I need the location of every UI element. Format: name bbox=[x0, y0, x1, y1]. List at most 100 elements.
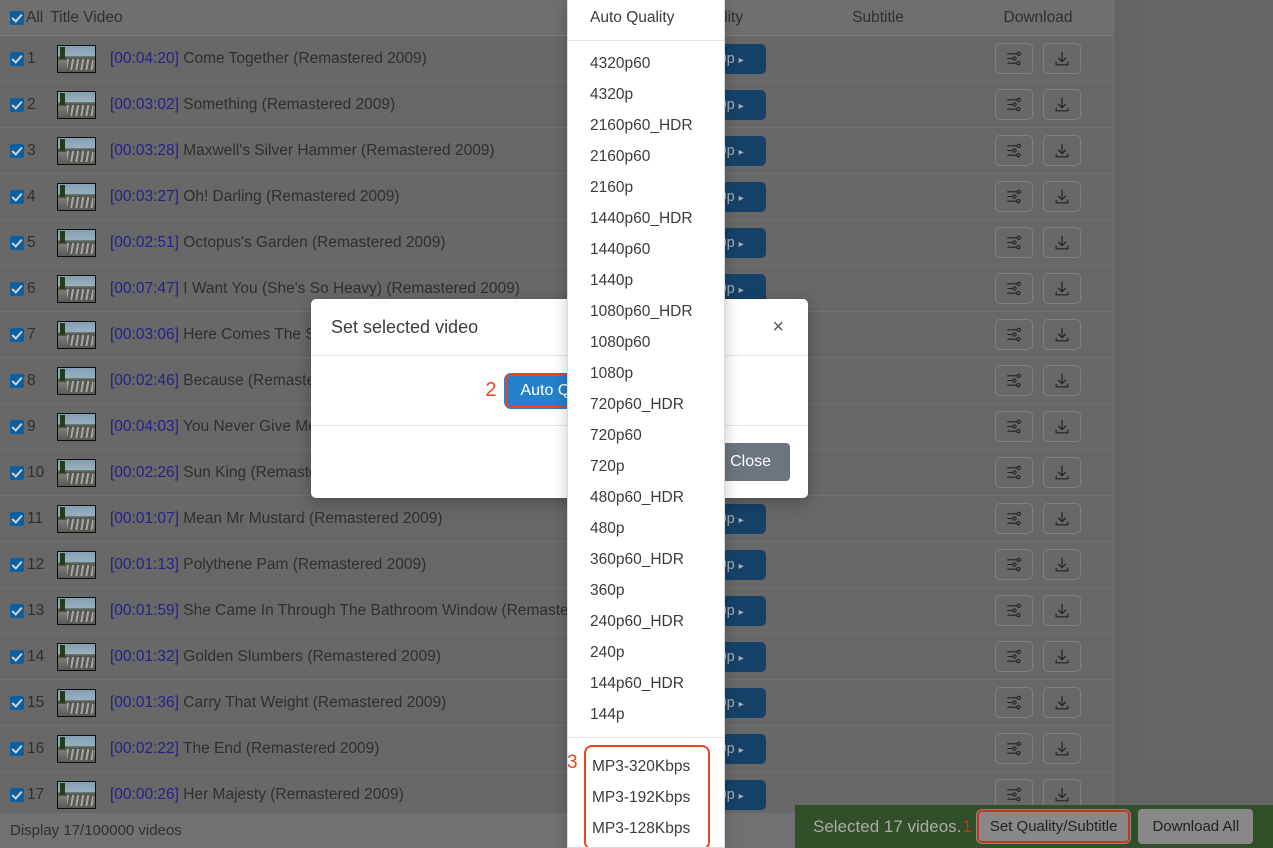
video-title-cell[interactable]: [00:00:26] Her Majesty (Remastered 2009) bbox=[110, 786, 645, 804]
download-icon[interactable] bbox=[1043, 135, 1081, 166]
download-icon[interactable] bbox=[1043, 43, 1081, 74]
video-thumbnail[interactable] bbox=[57, 321, 96, 349]
dropdown-item-quality[interactable]: 4320p60 bbox=[568, 48, 724, 79]
dropdown-item-audio[interactable]: MP3-320Kbps bbox=[586, 751, 708, 782]
dropdown-item-quality[interactable]: 720p60_HDR bbox=[568, 389, 724, 420]
video-thumbnail[interactable] bbox=[57, 137, 96, 165]
video-thumbnail[interactable] bbox=[57, 689, 96, 717]
dropdown-item-quality[interactable]: 1440p60 bbox=[568, 234, 724, 265]
dropdown-item-quality[interactable]: 144p bbox=[568, 699, 724, 730]
video-thumbnail[interactable] bbox=[57, 781, 96, 809]
dropdown-item-quality[interactable]: 2160p60_HDR bbox=[568, 110, 724, 141]
video-title-cell[interactable]: [00:01:13] Polythene Pam (Remastered 200… bbox=[110, 556, 645, 574]
video-thumbnail[interactable] bbox=[57, 367, 96, 395]
download-icon[interactable] bbox=[1043, 549, 1081, 580]
video-title-cell[interactable]: [00:04:20] Come Together (Remastered 200… bbox=[110, 50, 645, 68]
settings-sliders-icon[interactable] bbox=[995, 227, 1033, 258]
video-thumbnail[interactable] bbox=[57, 735, 96, 763]
row-checkbox[interactable] bbox=[10, 374, 24, 388]
table-row[interactable]: 4[00:03:27] Oh! Darling (Remastered 2009… bbox=[0, 174, 1113, 220]
row-checkbox[interactable] bbox=[10, 282, 24, 296]
set-quality-subtitle-button[interactable]: Set Quality/Subtitle bbox=[976, 809, 1132, 844]
table-row[interactable]: 11[00:01:07] Mean Mr Mustard (Remastered… bbox=[0, 496, 1113, 542]
row-checkbox[interactable] bbox=[10, 558, 24, 572]
settings-sliders-icon[interactable] bbox=[995, 365, 1033, 396]
video-title-cell[interactable]: [00:07:47] I Want You (She's So Heavy) (… bbox=[110, 280, 645, 298]
table-row[interactable]: 3[00:03:28] Maxwell's Silver Hammer (Rem… bbox=[0, 128, 1113, 174]
download-icon[interactable] bbox=[1043, 181, 1081, 212]
row-checkbox[interactable] bbox=[10, 236, 24, 250]
settings-sliders-icon[interactable] bbox=[995, 181, 1033, 212]
row-checkbox[interactable] bbox=[10, 466, 24, 480]
video-thumbnail[interactable] bbox=[57, 597, 96, 625]
quality-dropdown-menu[interactable]: Auto Quality 4320p604320p2160p60_HDR2160… bbox=[567, 0, 725, 848]
close-icon[interactable]: × bbox=[768, 315, 788, 339]
download-icon[interactable] bbox=[1043, 733, 1081, 764]
dropdown-item-audio[interactable]: MP3-128Kbps bbox=[586, 813, 708, 844]
settings-sliders-icon[interactable] bbox=[995, 595, 1033, 626]
video-title-cell[interactable]: [00:02:51] Octopus's Garden (Remastered … bbox=[110, 234, 645, 252]
table-row[interactable]: 15[00:01:36] Carry That Weight (Remaster… bbox=[0, 680, 1113, 726]
download-icon[interactable] bbox=[1043, 273, 1081, 304]
table-row[interactable]: 14[00:01:32] Golden Slumbers (Remastered… bbox=[0, 634, 1113, 680]
settings-sliders-icon[interactable] bbox=[995, 641, 1033, 672]
video-thumbnail[interactable] bbox=[57, 45, 96, 73]
row-checkbox[interactable] bbox=[10, 52, 24, 66]
video-thumbnail[interactable] bbox=[57, 91, 96, 119]
download-all-button[interactable]: Download All bbox=[1138, 809, 1253, 844]
dropdown-item-quality[interactable]: 360p60_HDR bbox=[568, 544, 724, 575]
download-icon[interactable] bbox=[1043, 595, 1081, 626]
settings-sliders-icon[interactable] bbox=[995, 733, 1033, 764]
dropdown-item-quality[interactable]: 360p bbox=[568, 575, 724, 606]
row-checkbox[interactable] bbox=[10, 190, 24, 204]
row-checkbox[interactable] bbox=[10, 604, 24, 618]
video-title-cell[interactable]: [00:01:36] Carry That Weight (Remastered… bbox=[110, 694, 645, 712]
download-icon[interactable] bbox=[1043, 89, 1081, 120]
video-thumbnail[interactable] bbox=[57, 183, 96, 211]
video-title-cell[interactable]: [00:01:07] Mean Mr Mustard (Remastered 2… bbox=[110, 510, 645, 528]
settings-sliders-icon[interactable] bbox=[995, 319, 1033, 350]
dropdown-item-quality[interactable]: 720p60 bbox=[568, 420, 724, 451]
dropdown-item-current[interactable]: Auto Quality bbox=[568, 2, 724, 33]
dropdown-item-quality[interactable]: 1080p60_HDR bbox=[568, 296, 724, 327]
video-title-cell[interactable]: [00:03:27] Oh! Darling (Remastered 2009) bbox=[110, 188, 645, 206]
settings-sliders-icon[interactable] bbox=[995, 503, 1033, 534]
table-row[interactable]: 1[00:04:20] Come Together (Remastered 20… bbox=[0, 36, 1113, 82]
download-icon[interactable] bbox=[1043, 411, 1081, 442]
dropdown-item-quality[interactable]: 1440p60_HDR bbox=[568, 203, 724, 234]
row-checkbox[interactable] bbox=[10, 144, 24, 158]
video-thumbnail[interactable] bbox=[57, 413, 96, 441]
dropdown-item-audio[interactable]: MP3-192Kbps bbox=[586, 782, 708, 813]
video-title-cell[interactable]: [00:01:32] Golden Slumbers (Remastered 2… bbox=[110, 648, 645, 666]
video-thumbnail[interactable] bbox=[57, 505, 96, 533]
settings-sliders-icon[interactable] bbox=[995, 135, 1033, 166]
download-icon[interactable] bbox=[1043, 227, 1081, 258]
dropdown-item-quality[interactable]: 1440p bbox=[568, 265, 724, 296]
dropdown-item-quality[interactable]: 2160p60 bbox=[568, 141, 724, 172]
dropdown-item-quality[interactable]: 720p bbox=[568, 451, 724, 482]
download-icon[interactable] bbox=[1043, 503, 1081, 534]
video-thumbnail[interactable] bbox=[57, 551, 96, 579]
dropdown-item-quality[interactable]: 4320p bbox=[568, 79, 724, 110]
settings-sliders-icon[interactable] bbox=[995, 411, 1033, 442]
row-checkbox[interactable] bbox=[10, 98, 24, 112]
video-title-cell[interactable]: [00:03:02] Something (Remastered 2009) bbox=[110, 96, 645, 114]
table-row[interactable]: 13[00:01:59] She Came In Through The Bat… bbox=[0, 588, 1113, 634]
table-row[interactable]: 16[00:02:22] The End (Remastered 2009)10… bbox=[0, 726, 1113, 772]
dropdown-item-quality[interactable]: 480p60_HDR bbox=[568, 482, 724, 513]
row-checkbox[interactable] bbox=[10, 742, 24, 756]
table-row[interactable]: 2[00:03:02] Something (Remastered 2009)1… bbox=[0, 82, 1113, 128]
dropdown-item-quality[interactable]: 144p60_HDR bbox=[568, 668, 724, 699]
row-checkbox[interactable] bbox=[10, 328, 24, 342]
settings-sliders-icon[interactable] bbox=[995, 457, 1033, 488]
table-row[interactable]: 12[00:01:13] Polythene Pam (Remastered 2… bbox=[0, 542, 1113, 588]
dropdown-item-quality[interactable]: 1080p60 bbox=[568, 327, 724, 358]
row-checkbox[interactable] bbox=[10, 696, 24, 710]
row-checkbox[interactable] bbox=[10, 512, 24, 526]
video-thumbnail[interactable] bbox=[57, 275, 96, 303]
row-checkbox[interactable] bbox=[10, 788, 24, 802]
dropdown-item-quality[interactable]: 480p bbox=[568, 513, 724, 544]
select-all-checkbox[interactable] bbox=[10, 11, 24, 25]
table-row[interactable]: 5[00:02:51] Octopus's Garden (Remastered… bbox=[0, 220, 1113, 266]
dropdown-item-quality[interactable]: 240p60_HDR bbox=[568, 606, 724, 637]
